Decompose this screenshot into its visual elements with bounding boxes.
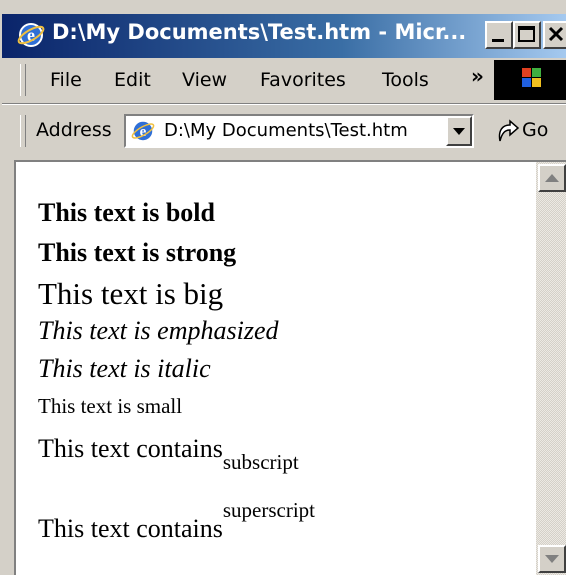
italic-text: This text is italic [38, 354, 211, 383]
document-pane: This text is bold This text is strong Th… [14, 160, 566, 575]
menu-tools[interactable]: Tools [382, 69, 429, 91]
dropdown-arrow-icon [453, 128, 465, 135]
windows-logo-icon [522, 68, 541, 87]
window-title: D:\My Documents\Test.htm - Micr... [52, 20, 467, 44]
address-field[interactable]: e D:\My Documents\Test.htm [124, 114, 474, 148]
minimize-button[interactable] [485, 21, 513, 49]
superscript-text: superscript [222, 498, 316, 522]
scroll-down-arrow-icon [545, 555, 559, 563]
title-bar[interactable]: e D:\My Documents\Test.htm - Micr... [2, 14, 566, 58]
address-bar: Address e D:\My Documents\Test.htm Go [2, 104, 566, 158]
close-button[interactable] [543, 21, 566, 49]
go-button[interactable]: Go [488, 115, 558, 147]
emphasized-text: This text is emphasized [38, 316, 279, 345]
menu-bar: File Edit View Favorites Tools » [2, 58, 566, 104]
menu-file[interactable]: File [50, 69, 82, 91]
page-icon: e [131, 120, 155, 142]
toolbar-grip[interactable] [20, 64, 26, 96]
scroll-up-button[interactable] [538, 164, 566, 192]
subscript-text: subscript [222, 450, 299, 474]
big-text: This text is big [38, 276, 224, 311]
go-label: Go [522, 119, 549, 141]
close-icon [548, 26, 564, 42]
ie-logo-icon: e [17, 23, 45, 47]
scroll-up-arrow-icon [545, 174, 559, 182]
address-dropdown-button[interactable] [446, 116, 472, 146]
go-arrow-icon [498, 119, 520, 142]
menu-overflow-chevron[interactable]: » [471, 64, 484, 88]
scroll-down-button[interactable] [538, 545, 566, 573]
small-text: This text is small [38, 394, 183, 418]
minimize-icon [492, 39, 504, 42]
address-grip[interactable] [20, 115, 26, 147]
address-value: D:\My Documents\Test.htm [164, 120, 408, 141]
maximize-button[interactable] [513, 21, 541, 49]
strong-text: This text is strong [38, 238, 237, 267]
browser-window: e D:\My Documents\Test.htm - Micr... Fil… [0, 0, 566, 575]
superscript-prefix: This text contains [38, 514, 223, 543]
menu-view[interactable]: View [182, 69, 227, 91]
subscript-prefix: This text contains [38, 434, 223, 463]
superscript-line: This text containssuperscript [38, 494, 316, 543]
menu-edit[interactable]: Edit [114, 69, 151, 91]
windows-logo-box [494, 60, 566, 100]
menu-favorites[interactable]: Favorites [260, 69, 346, 91]
subscript-line: This text containssubscript [38, 434, 299, 474]
maximize-icon [518, 26, 535, 42]
vertical-scrollbar[interactable] [536, 162, 566, 575]
bold-text: This text is bold [38, 198, 215, 227]
address-label: Address [36, 119, 112, 141]
